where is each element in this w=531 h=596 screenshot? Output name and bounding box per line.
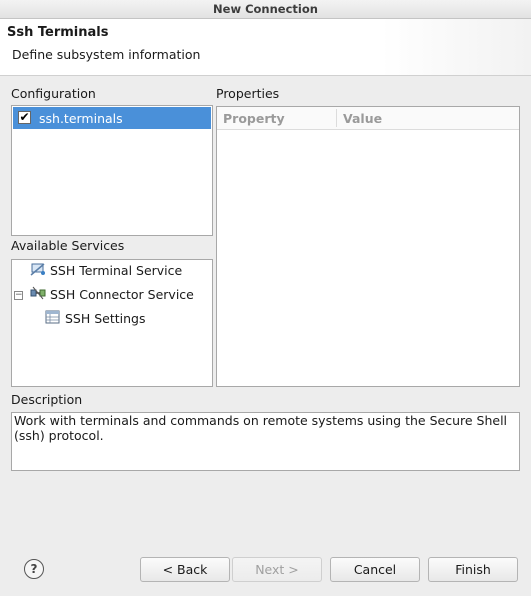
terminal-service-icon: [30, 262, 46, 282]
tree-item-ssh-settings[interactable]: SSH Settings: [45, 309, 146, 329]
connector-service-icon: [30, 286, 46, 306]
collapse-toggle-icon[interactable]: −: [14, 291, 23, 300]
services-tree[interactable]: SSH Terminal Service − SSH Connector Ser…: [11, 259, 213, 387]
column-header-value[interactable]: Value: [343, 111, 382, 126]
help-button[interactable]: ?: [24, 559, 44, 579]
page-subtitle: Define subsystem information: [12, 47, 201, 62]
table-header: Property Value: [217, 107, 519, 130]
checkbox[interactable]: ✔: [18, 111, 31, 124]
description-text: Work with terminals and commands on remo…: [14, 413, 508, 443]
page-title: Ssh Terminals: [7, 25, 109, 40]
back-button[interactable]: < Back: [140, 557, 230, 582]
window-title: New Connection: [0, 0, 531, 19]
description-box: Work with terminals and commands on remo…: [11, 412, 520, 471]
properties-label: Properties: [216, 86, 280, 101]
configuration-label: Configuration: [11, 86, 96, 101]
cancel-button[interactable]: Cancel: [330, 557, 420, 582]
tree-item-label: SSH Settings: [64, 311, 146, 326]
available-services-label: Available Services: [11, 238, 125, 253]
description-label: Description: [11, 392, 83, 407]
tree-item-terminal-service[interactable]: SSH Terminal Service: [30, 261, 182, 281]
column-header-property[interactable]: Property: [223, 111, 285, 126]
finish-button[interactable]: Finish: [428, 557, 518, 582]
configuration-item-label: ssh.terminals: [39, 111, 123, 126]
properties-table[interactable]: Property Value: [216, 106, 520, 387]
next-button[interactable]: Next >: [232, 557, 322, 582]
header-banner: [381, 19, 531, 75]
configuration-item[interactable]: ✔ ssh.terminals: [13, 107, 211, 129]
tree-item-label: SSH Connector Service: [49, 287, 194, 302]
column-divider[interactable]: [336, 109, 337, 127]
settings-table-icon: [45, 310, 61, 330]
configuration-list[interactable]: ✔ ssh.terminals: [11, 105, 213, 236]
tree-item-connector-service[interactable]: SSH Connector Service: [30, 285, 194, 305]
tree-item-label: SSH Terminal Service: [49, 263, 183, 278]
